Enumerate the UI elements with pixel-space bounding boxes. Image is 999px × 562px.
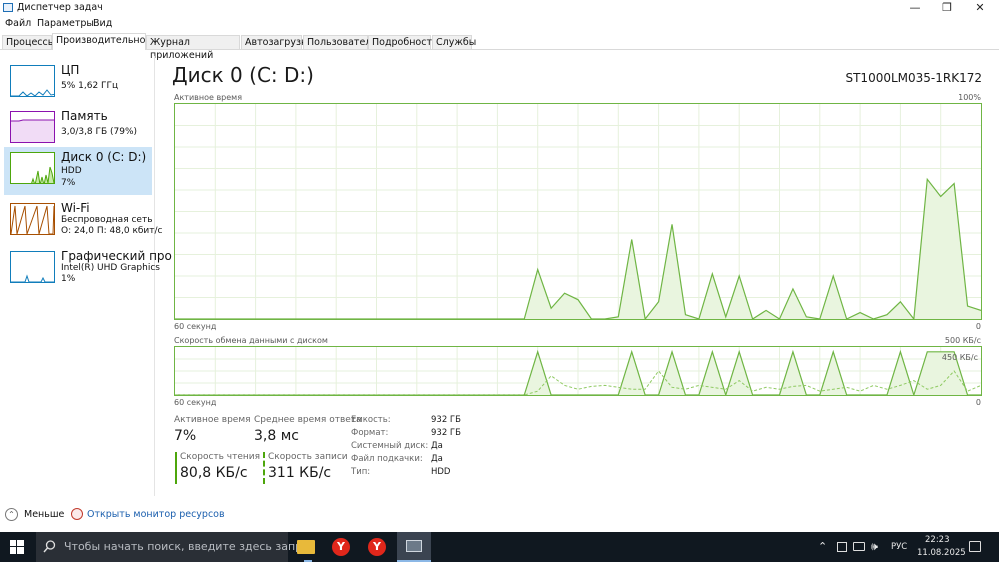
search-placeholder: Чтобы начать поиск, введите здесь запрос bbox=[64, 540, 315, 553]
language-indicator[interactable]: РУС bbox=[891, 542, 907, 552]
tablet-icon[interactable] bbox=[837, 542, 847, 552]
sidebar-item-title: ЦП bbox=[61, 63, 80, 77]
type-label: Тип: bbox=[351, 467, 371, 477]
sidebar-item-title: Wi-Fi bbox=[61, 201, 90, 215]
taskbar-search-box[interactable]: Чтобы начать поиск, введите здесь запрос bbox=[36, 532, 315, 562]
capacity-label: Емкость: bbox=[351, 415, 391, 425]
tab-performance[interactable]: Производительность bbox=[52, 33, 162, 50]
yandex-browser-icon[interactable]: Y bbox=[332, 538, 350, 556]
active-time-x-label: 60 секунд bbox=[174, 322, 217, 331]
disk-thumbnail-graph bbox=[10, 152, 55, 184]
tab-processes[interactable]: Процессы bbox=[2, 35, 55, 49]
close-button[interactable]: ✕ bbox=[965, 0, 995, 16]
chevron-up-icon[interactable]: ⌃ bbox=[5, 508, 18, 521]
sidebar-item-value: О: 24,0 П: 48,0 кбит/с bbox=[61, 226, 163, 236]
sidebar-item-value: 1% bbox=[61, 274, 76, 284]
sidebar-item-subtitle: 5% 1,62 ГГц bbox=[61, 81, 119, 91]
sidebar-item-disk[interactable]: Диск 0 (C: D:) HDD 7% bbox=[4, 147, 152, 195]
sidebar-item-subtitle: Intel(R) UHD Graphics bbox=[61, 263, 160, 273]
capacity-value: 932 ГБ bbox=[431, 415, 461, 425]
resource-monitor-icon bbox=[71, 508, 83, 520]
tab-users[interactable]: Пользователи bbox=[303, 35, 378, 49]
sidebar-item-title: Память bbox=[61, 109, 108, 123]
active-time-stat-label: Активное время bbox=[174, 415, 251, 425]
sidebar-item-cpu[interactable]: ЦП 5% 1,62 ГГц bbox=[4, 60, 152, 108]
disk-model: ST1000LM035-1RK172 bbox=[845, 71, 982, 85]
write-speed-indicator bbox=[263, 452, 265, 484]
menu-view[interactable]: Вид bbox=[93, 18, 112, 29]
memory-thumbnail-graph bbox=[10, 111, 55, 143]
tab-app-history[interactable]: Журнал приложений bbox=[146, 35, 240, 61]
chevron-up-icon[interactable]: ⌃ bbox=[818, 540, 827, 553]
sidebar-item-subtitle: HDD bbox=[61, 166, 82, 176]
system-disk-value: Да bbox=[431, 441, 443, 451]
tab-details[interactable]: Подробности bbox=[368, 35, 438, 49]
task-manager-app-icon bbox=[3, 3, 13, 12]
taskbar: Чтобы начать поиск, введите здесь запрос… bbox=[0, 532, 999, 562]
battery-icon[interactable] bbox=[853, 542, 865, 551]
menu-bar: Файл Параметры Вид bbox=[0, 16, 999, 32]
title-bar: Диспетчер задач — ❐ ✕ bbox=[0, 0, 999, 16]
sidebar-item-gpu[interactable]: Графический про Intel(R) UHD Graphics 1% bbox=[4, 246, 172, 294]
menu-options[interactable]: Параметры bbox=[37, 18, 94, 29]
transfer-rate-chart-label: Скорость обмена данными с диском bbox=[174, 336, 328, 345]
performance-sidebar: ЦП 5% 1,62 ГГц Память 3,0/3,8 ГБ (79%) Д… bbox=[0, 56, 172, 496]
write-speed-stat-value: 311 КБ/с bbox=[268, 465, 332, 481]
notification-center-icon[interactable] bbox=[969, 541, 981, 552]
wifi-thumbnail-graph bbox=[10, 203, 55, 235]
file-explorer-icon[interactable] bbox=[297, 540, 315, 554]
page-file-label: Файл подкачки: bbox=[351, 454, 423, 464]
disk-title: Диск 0 (C: D:) bbox=[172, 63, 314, 87]
volume-icon[interactable]: 🕪 bbox=[871, 540, 878, 554]
sidebar-item-subtitle: 3,0/3,8 ГБ (79%) bbox=[61, 127, 138, 137]
avg-response-stat-label: Среднее время ответа bbox=[254, 415, 362, 425]
windows-start-icon[interactable] bbox=[10, 540, 24, 554]
tab-startup[interactable]: Автозагрузка bbox=[241, 35, 313, 49]
page-file-value: Да bbox=[431, 454, 443, 464]
minimize-button[interactable]: — bbox=[900, 0, 930, 16]
active-time-min-label: 0 bbox=[975, 322, 981, 331]
active-time-stat-value: 7% bbox=[174, 428, 197, 444]
active-time-chart bbox=[174, 103, 982, 321]
sidebar-item-value: 7% bbox=[61, 178, 76, 188]
avg-response-stat-value: 3,8 мс bbox=[254, 428, 299, 444]
gpu-thumbnail-graph bbox=[10, 251, 55, 283]
window-title: Диспетчер задач bbox=[17, 2, 103, 13]
active-time-chart-label: Активное время bbox=[174, 93, 243, 102]
yandex-browser-icon-2[interactable]: Y bbox=[368, 538, 386, 556]
cpu-thumbnail-graph bbox=[10, 65, 55, 97]
tab-services[interactable]: Службы bbox=[432, 35, 476, 49]
tab-bar: Процессы Производительность Журнал прило… bbox=[0, 33, 999, 61]
transfer-rate-chart: 450 КБ/с bbox=[174, 346, 982, 398]
fewer-details-button[interactable]: Меньше bbox=[24, 509, 64, 520]
sidebar-item-title: Графический про bbox=[61, 249, 172, 263]
footer: ⌃ Меньше Открыть монитор ресурсов bbox=[0, 503, 999, 529]
transfer-rate-min-label: 0 bbox=[975, 398, 981, 407]
sidebar-item-title: Диск 0 (C: D:) bbox=[61, 150, 147, 164]
read-speed-stat-value: 80,8 КБ/с bbox=[180, 465, 248, 481]
maximize-button[interactable]: ❐ bbox=[932, 0, 962, 16]
read-speed-stat-label: Скорость чтения bbox=[180, 452, 261, 462]
transfer-rate-x-label: 60 секунд bbox=[174, 398, 217, 407]
search-icon bbox=[43, 540, 56, 553]
menu-file[interactable]: Файл bbox=[5, 18, 31, 29]
read-speed-indicator bbox=[175, 452, 177, 484]
format-label: Формат: bbox=[351, 428, 389, 438]
format-value: 932 ГБ bbox=[431, 428, 461, 438]
sidebar-item-subtitle: Беспроводная сеть bbox=[61, 215, 153, 225]
clock-time[interactable]: 22:23 bbox=[925, 535, 950, 545]
type-value: HDD bbox=[431, 467, 451, 477]
system-disk-label: Системный диск: bbox=[351, 441, 429, 451]
write-speed-stat-label: Скорость записи bbox=[268, 452, 348, 462]
transfer-rate-max-label: 500 КБ/с bbox=[944, 336, 981, 345]
task-manager-icon bbox=[406, 540, 422, 552]
open-resource-monitor-link[interactable]: Открыть монитор ресурсов bbox=[87, 509, 225, 520]
clock-date[interactable]: 11.08.2025 bbox=[917, 548, 966, 558]
sidebar-item-wifi[interactable]: Wi-Fi Беспроводная сеть О: 24,0 П: 48,0 … bbox=[4, 198, 163, 246]
active-time-max-label: 100% bbox=[958, 93, 981, 102]
transfer-rate-scale-label: 450 КБ/с bbox=[941, 353, 978, 362]
task-manager-taskbar-button[interactable] bbox=[397, 532, 431, 562]
